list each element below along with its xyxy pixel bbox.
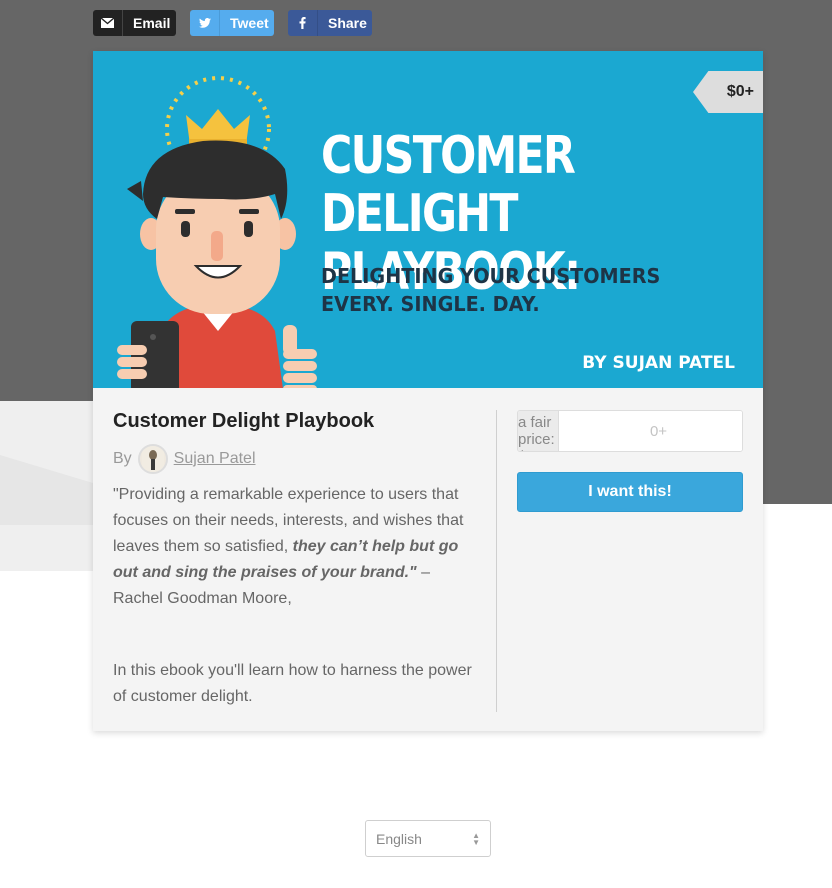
language-select[interactable]: English ▲ ▼ <box>365 820 491 857</box>
price-field: Name a fair price: $ <box>517 410 743 452</box>
email-label: Email <box>133 15 171 31</box>
avatar[interactable] <box>137 444 168 474</box>
language-selected: English <box>376 830 422 847</box>
product-description: In this ebook you'll learn how to harnes… <box>113 662 472 705</box>
page-backdrop-right <box>763 0 832 504</box>
price-label: Name a fair price: $ <box>518 411 560 451</box>
author-link[interactable]: Sujan Patel <box>174 450 256 468</box>
select-arrows-icon: ▲ ▼ <box>472 831 480 847</box>
buy-button[interactable]: I want this! <box>517 472 743 512</box>
facebook-share-button[interactable]: Share <box>288 10 372 36</box>
envelope-icon <box>93 10 123 36</box>
byline: By Sujan Patel <box>113 444 256 474</box>
tweet-label: Tweet <box>230 15 269 31</box>
by-label: By <box>113 450 132 467</box>
product-details: Customer Delight Playbook By Sujan Patel… <box>93 51 763 731</box>
share-label: Share <box>328 15 367 31</box>
email-share-button[interactable]: Email <box>93 10 176 36</box>
divider <box>496 410 497 712</box>
tweet-share-button[interactable]: Tweet <box>190 10 274 36</box>
product-title: Customer Delight Playbook <box>113 410 375 432</box>
price-input[interactable] <box>559 411 742 451</box>
product-quote: "Providing a remarkable experience to us… <box>113 482 483 612</box>
facebook-icon <box>288 10 318 36</box>
twitter-icon <box>190 10 220 36</box>
